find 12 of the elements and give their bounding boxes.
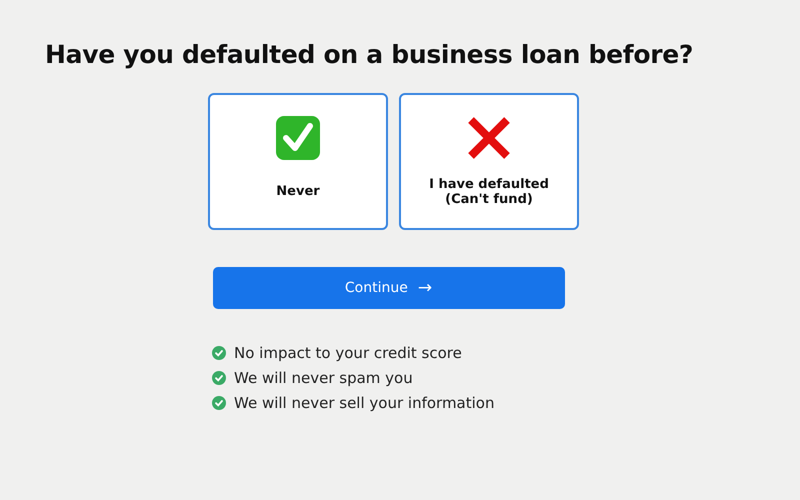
cross-icon: [466, 115, 512, 161]
option-card[interactable]: Never: [208, 93, 388, 230]
check-circle-icon: [212, 396, 226, 410]
assurance-text: We will never spam you: [234, 369, 413, 387]
check-circle-icon: [212, 346, 226, 360]
question-heading: Have you defaulted on a business loan before?: [45, 40, 694, 69]
option-card[interactable]: I have defaulted (Can't fund): [399, 93, 579, 230]
continue-button[interactable]: Continue →: [212, 267, 564, 309]
assurance-text: No impact to your credit score: [234, 344, 462, 362]
check-circle-icon: [212, 371, 226, 385]
assurance-text: We will never sell your information: [234, 394, 494, 412]
check-icon: [275, 115, 321, 161]
